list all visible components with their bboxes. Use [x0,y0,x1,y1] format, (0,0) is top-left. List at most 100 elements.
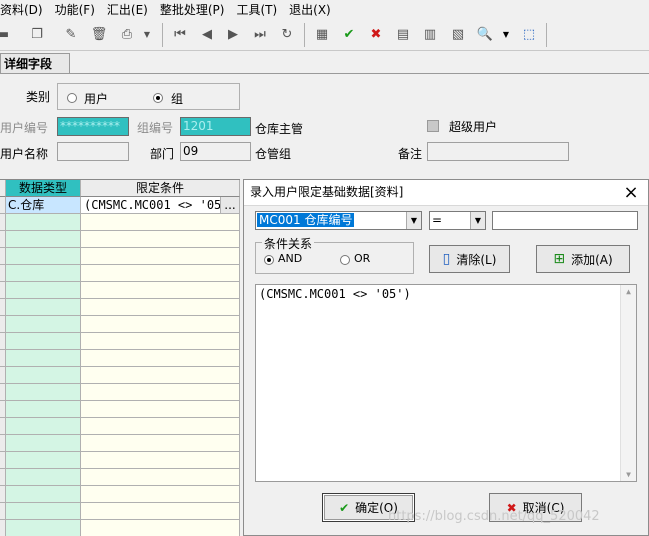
super-user-checkbox[interactable] [427,120,439,132]
operator-combo[interactable]: = ▼ [429,211,486,230]
cell-condition[interactable] [81,248,240,265]
cell-type[interactable] [6,452,81,469]
table-row-empty[interactable] [0,384,240,401]
table-row-empty[interactable] [0,367,240,384]
menu-data[interactable]: 资料(D) [0,1,49,18]
remark-field[interactable] [427,142,569,161]
cell-type[interactable] [6,265,81,282]
search-dropdown-icon[interactable]: ▼ [500,25,512,43]
cell-condition[interactable] [81,367,240,384]
cell-condition[interactable]: (CMSMC.MC001 <> '05' [81,197,221,214]
table-row-empty[interactable] [0,486,240,503]
delete-icon[interactable]: 🗑 [90,25,108,43]
add-button[interactable]: ⊞ 添加(A) [536,245,630,273]
radio-or[interactable] [340,255,350,265]
cell-condition[interactable] [81,435,240,452]
cell-condition[interactable] [81,401,240,418]
unapprove-icon[interactable]: ▥ [421,25,439,43]
table-row-empty[interactable] [0,418,240,435]
close-icon[interactable]: × [620,182,642,204]
dept-field[interactable]: 09 [180,142,251,161]
scroll-down-icon[interactable]: ▼ [621,470,636,479]
table-row-empty[interactable] [0,248,240,265]
table-row-empty[interactable] [0,452,240,469]
cell-condition[interactable] [81,265,240,282]
user-code-field[interactable]: ********** [57,117,129,136]
chevron-down-icon[interactable]: ▼ [406,212,421,229]
table-row-empty[interactable] [0,520,240,536]
cell-type[interactable] [6,282,81,299]
field-combo[interactable]: MC001 仓库编号 ▼ [255,211,422,230]
cell-condition[interactable] [81,469,240,486]
refresh-icon[interactable]: ↻ [278,25,296,43]
cell-condition[interactable] [81,384,240,401]
cell-type[interactable] [6,231,81,248]
cell-condition[interactable] [81,231,240,248]
cell-condition[interactable] [81,520,240,536]
table-row-empty[interactable] [0,265,240,282]
cell-condition[interactable] [81,486,240,503]
print-icon[interactable]: ⎙ [118,25,136,43]
first-record-icon[interactable]: ⏮ [171,25,189,43]
cell-condition[interactable] [81,214,240,231]
cell-condition[interactable] [81,452,240,469]
menu-exit[interactable]: 退出(X) [283,1,337,18]
cell-type[interactable] [6,384,81,401]
menu-tools[interactable]: 工具(T) [230,1,283,18]
next-record-icon[interactable]: ▶ [224,25,242,43]
table-row[interactable]: C.仓库 (CMSMC.MC001 <> '05' ... [0,197,240,214]
search-icon[interactable]: 🔍 [476,25,494,43]
column-header-condition[interactable]: 限定条件 [81,180,240,197]
table-row-empty[interactable] [0,503,240,520]
cell-condition[interactable] [81,333,240,350]
cell-condition[interactable] [81,316,240,333]
table-row-empty[interactable] [0,435,240,452]
cell-type[interactable] [6,520,81,536]
cell-ellipsis-button[interactable]: ... [221,197,240,214]
void-icon[interactable]: ▧ [449,25,467,43]
cell-type[interactable] [6,486,81,503]
menu-export[interactable]: 汇出(E) [101,1,154,18]
calculator-icon[interactable]: ▦ [313,25,331,43]
table-row-empty[interactable] [0,316,240,333]
attachment-icon[interactable]: ⬚ [520,25,538,43]
clear-button[interactable]: ▯ 清除(L) [429,245,510,273]
table-row-empty[interactable] [0,214,240,231]
confirm-check-icon[interactable]: ✔ [340,25,358,43]
column-header-type[interactable]: 数据类型 [6,180,81,197]
cell-type[interactable]: C.仓库 [6,197,81,214]
group-code-field[interactable]: 1201 [180,117,251,136]
cell-type[interactable] [6,248,81,265]
table-row-empty[interactable] [0,231,240,248]
radio-group[interactable] [153,93,163,103]
prev-record-icon[interactable]: ◀ [198,25,216,43]
edit-icon[interactable]: ✎ [62,25,80,43]
print-dropdown-icon[interactable]: ▼ [141,25,153,43]
cell-type[interactable] [6,367,81,384]
tab-detail-fields[interactable]: 详细字段 [0,53,70,73]
table-row-empty[interactable] [0,350,240,367]
cell-type[interactable] [6,299,81,316]
cell-condition[interactable] [81,299,240,316]
user-name-field[interactable] [57,142,129,161]
menu-function[interactable]: 功能(F) [49,1,101,18]
menu-batch[interactable]: 整批处理(P) [154,1,231,18]
new-icon[interactable]: ▬ [0,25,12,43]
table-row-empty[interactable] [0,299,240,316]
memo-scrollbar[interactable]: ▲ ▼ [620,285,636,481]
table-row-empty[interactable] [0,282,240,299]
radio-user[interactable] [67,93,77,103]
scroll-up-icon[interactable]: ▲ [621,287,636,296]
cell-condition[interactable] [81,418,240,435]
condition-memo[interactable]: (CMSMC.MC001 <> '05') ▲ ▼ [255,284,637,482]
approve-icon[interactable]: ▤ [394,25,412,43]
table-row-empty[interactable] [0,469,240,486]
cell-type[interactable] [6,333,81,350]
chevron-down-icon[interactable]: ▼ [470,212,485,229]
radio-and[interactable] [264,255,274,265]
cell-type[interactable] [6,503,81,520]
table-row-empty[interactable] [0,333,240,350]
last-record-icon[interactable]: ⏭ [251,25,269,43]
cell-type[interactable] [6,316,81,333]
cell-condition[interactable] [81,282,240,299]
